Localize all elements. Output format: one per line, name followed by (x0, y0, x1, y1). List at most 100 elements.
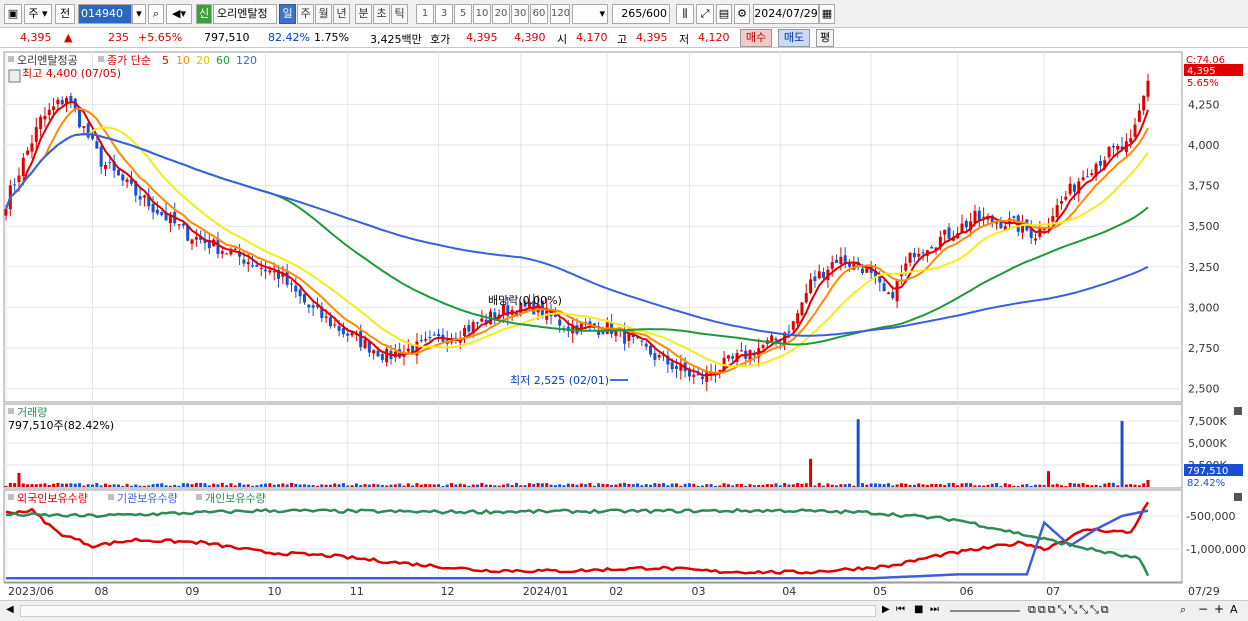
candle-body-109 (476, 322, 480, 324)
volume-bar-186 (809, 458, 813, 487)
candle-body-40 (177, 224, 181, 226)
panel-close-icon[interactable] (1234, 407, 1242, 415)
volume-bar-161 (700, 485, 704, 487)
volume-bar-255 (1107, 482, 1111, 487)
zoom-in-icon[interactable]: + (1214, 602, 1224, 616)
turnover-rate: 1.75% (314, 31, 349, 44)
volume-bar-164 (713, 485, 717, 487)
panel-close-icon[interactable] (1234, 493, 1242, 501)
ma-title: 종가 단순 (107, 54, 151, 67)
zoom-slider[interactable] (950, 610, 1020, 612)
volume-bar-239 (1038, 484, 1042, 487)
candle-body-27 (121, 174, 125, 181)
candle-type-icon[interactable]: ⫼ (676, 4, 694, 24)
stock-name-field[interactable]: 오리엔탈정 (213, 4, 277, 24)
speaker-icon[interactable]: ◀▾ (166, 4, 192, 24)
candle-body-193 (839, 256, 843, 265)
quote-bar: 4,395 ▲ 235 +5.65% 797,510 82.42% 1.75% … (0, 28, 1248, 48)
volume-bar-10 (47, 484, 51, 487)
draw-tools-icon[interactable]: ⤢ (696, 4, 714, 24)
scroll-right-icon[interactable]: ▶ (882, 604, 890, 615)
volume-bar-48 (212, 483, 216, 487)
foreign-label: 외국인보유수량 (17, 492, 88, 505)
prev-button[interactable]: 전 (55, 4, 75, 24)
period-tab-5[interactable]: 초 (373, 4, 390, 24)
interval-button-20[interactable]: 20 (492, 4, 510, 24)
interval-button-1[interactable]: 1 (416, 4, 434, 24)
interval-dropdown[interactable]: ▾ (572, 4, 608, 24)
volume-bar-247 (1072, 483, 1076, 487)
volume-bar-206 (895, 484, 899, 487)
volume-bar-135 (588, 482, 592, 487)
volume-bar-87 (380, 484, 384, 487)
volume-bar-144 (627, 484, 631, 487)
period-tab-1[interactable]: 주 (297, 4, 314, 24)
interval-button-3[interactable]: 3 (435, 4, 453, 24)
candle-body-86 (376, 350, 380, 357)
interval-button-120[interactable]: 120 (550, 4, 570, 24)
forward-icon[interactable]: ⏭ (930, 604, 939, 615)
candle-body-68 (298, 289, 302, 297)
stop-icon[interactable]: ■ (914, 604, 923, 615)
window-menu-icon[interactable]: ▣ (4, 4, 22, 24)
candle-body-82 (359, 331, 363, 348)
chart-tools-icon[interactable]: ⧉⧉⧉⤡⤡⤡⤡⧉ (1028, 603, 1111, 617)
candle-body-183 (796, 313, 800, 324)
chart-scrollbar[interactable]: ◀ ▶ ⏮ ■ ⏭ ⧉⧉⧉⤡⤡⤡⤡⧉ ⌕ − + A (0, 600, 1248, 621)
candle-body-225 (977, 210, 981, 220)
scroll-track[interactable] (20, 605, 876, 617)
gear-icon[interactable]: ⚙ (734, 4, 750, 24)
price-tick-label-1: 2,750 (1188, 342, 1220, 355)
interval-button-10[interactable]: 10 (473, 4, 491, 24)
volume-bar-103 (450, 483, 454, 487)
magnifier-icon[interactable]: ⌕ (1180, 603, 1186, 617)
save-icon[interactable]: ▤ (716, 4, 732, 24)
average-button[interactable]: 평 (816, 29, 834, 47)
ma5-label: 5 (162, 54, 169, 67)
search-icon[interactable]: ⌕ (148, 4, 164, 24)
scroll-left-icon[interactable]: ◀ (6, 604, 14, 615)
sell-button[interactable]: 매도 (778, 29, 810, 47)
volume-bar-136 (592, 485, 596, 487)
zoom-out-icon[interactable]: − (1198, 602, 1208, 616)
stock-code-input[interactable]: 014940 (78, 4, 132, 24)
date-field[interactable]: 2024/07/29 (753, 4, 819, 24)
volume-bar-116 (506, 483, 510, 487)
period-tab-3[interactable]: 년 (333, 4, 350, 24)
interval-button-60[interactable]: 60 (530, 4, 548, 24)
period-tab-2[interactable]: 월 (315, 4, 332, 24)
market-select[interactable]: 주 ▾ (24, 4, 52, 24)
stock-chart[interactable]: 2,500 2,750 3,000 3,250 3,500 3,750 4,000 4,250… (0, 48, 1248, 600)
period-tab-0[interactable]: 일 (279, 4, 296, 24)
candle-body-67 (294, 285, 298, 292)
font-size-icon[interactable]: A (1230, 603, 1238, 616)
candle-body-214 (930, 247, 934, 249)
period-tab-4[interactable]: 분 (355, 4, 372, 24)
period-tab-6[interactable]: 틱 (391, 4, 408, 24)
volume-bar-54 (238, 482, 242, 487)
candle-body-175 (761, 345, 765, 348)
volume-bar-225 (977, 485, 981, 487)
price-tick-label-7: 4,250 (1188, 98, 1220, 111)
volume-bar-80 (350, 485, 354, 487)
rewind-icon[interactable]: ⏮ (896, 604, 905, 615)
candle-body-187 (813, 276, 817, 281)
volume-bar-6 (30, 484, 34, 487)
candle-body-256 (1111, 145, 1115, 148)
price-tick-label-5: 3,750 (1188, 180, 1220, 193)
volume-ratio: 82.42% (268, 31, 310, 44)
buy-button[interactable]: 매수 (740, 29, 772, 47)
volume-bar-112 (488, 484, 492, 487)
candle-body-76 (333, 324, 337, 326)
volume-bar-146 (636, 483, 640, 487)
count-field[interactable]: 265/600 (612, 4, 670, 24)
calculator-icon[interactable] (8, 69, 21, 83)
volume-bar-96 (419, 484, 423, 487)
volume-bar-102 (445, 484, 449, 487)
candle-body-206 (895, 279, 899, 302)
chevron-down-icon[interactable]: ▾ (132, 4, 146, 24)
interval-button-5[interactable]: 5 (454, 4, 472, 24)
calendar-icon[interactable]: ▦ (819, 4, 835, 24)
interval-button-30[interactable]: 30 (511, 4, 529, 24)
volume-bar-81 (354, 483, 358, 487)
